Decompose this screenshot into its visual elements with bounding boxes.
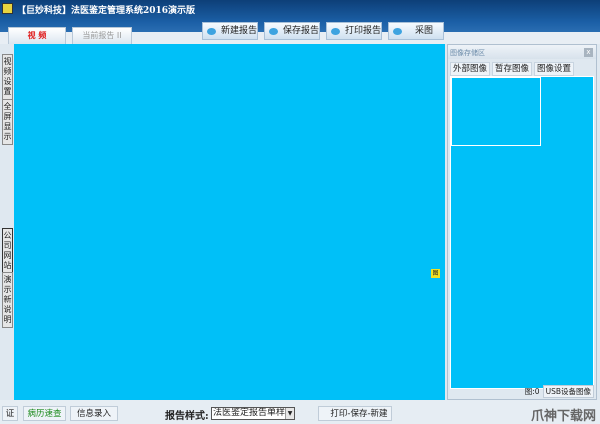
image-thumbnail[interactable] [451, 77, 541, 146]
image-storage-panel: 图像存储区 x 外部图像 暂存图像 图像设置 图:0 USB设备图像 [447, 44, 597, 400]
usb-images-button[interactable]: USB设备图像 [542, 385, 594, 398]
image-list[interactable] [450, 76, 594, 389]
watermark: 爪神下载网 [530, 409, 596, 424]
video-area[interactable] [14, 44, 445, 400]
print-report-button[interactable]: 打印报告 [326, 22, 382, 40]
demo-instructions-button[interactable]: 演示新说明 [2, 272, 13, 328]
print-save-new-button[interactable]: 打印-保存-新建 [318, 406, 392, 421]
tab-video[interactable]: 视 频 [8, 27, 66, 44]
close-icon[interactable]: x [584, 48, 593, 57]
app-lock-icon [2, 3, 13, 14]
bottom-bar: 证 病历速查 信息录入 报告样式: 法医鉴定报告单样 ▼ 打印-保存-新建 爪神下… [0, 400, 600, 424]
cert-button[interactable]: 证 [2, 406, 18, 421]
globe-icon [207, 28, 216, 35]
globe-icon [331, 28, 340, 35]
image-settings-button[interactable]: 图像设置 [534, 62, 575, 76]
image-count: 图:0 [524, 387, 540, 396]
left-strip: 视频设置 全屏显示 公司网站 演示新说明 [0, 44, 14, 400]
info-entry-button[interactable]: 信息录入 [70, 406, 118, 421]
report-style-select[interactable]: 法医鉴定报告单样 ▼ [211, 407, 295, 420]
external-images-button[interactable]: 外部图像 [450, 62, 491, 76]
video-marker[interactable]: 图 [431, 269, 440, 278]
panel-title: 图像存储区 [448, 45, 596, 59]
save-report-button[interactable]: 保存报告 [264, 22, 320, 40]
tab-current-report[interactable]: 当前报告 II [72, 27, 132, 44]
window-title: 【巨妙科技】法医鉴定管理系统2016演示版 [17, 6, 196, 16]
video-settings-button[interactable]: 视频设置 [2, 54, 13, 100]
globe-icon [269, 28, 278, 35]
report-style-label: 报告样式: [165, 411, 209, 422]
new-report-button[interactable]: 新建报告 [202, 22, 258, 40]
capture-button[interactable]: 采图 [388, 22, 444, 40]
chevron-down-icon: ▼ [285, 408, 294, 419]
temp-images-button[interactable]: 暂存图像 [492, 62, 533, 76]
globe-icon [393, 28, 402, 35]
fullscreen-button[interactable]: 全屏显示 [2, 99, 13, 145]
records-lookup-button[interactable]: 病历速查 [23, 406, 66, 421]
company-website-button[interactable]: 公司网站 [2, 228, 13, 274]
